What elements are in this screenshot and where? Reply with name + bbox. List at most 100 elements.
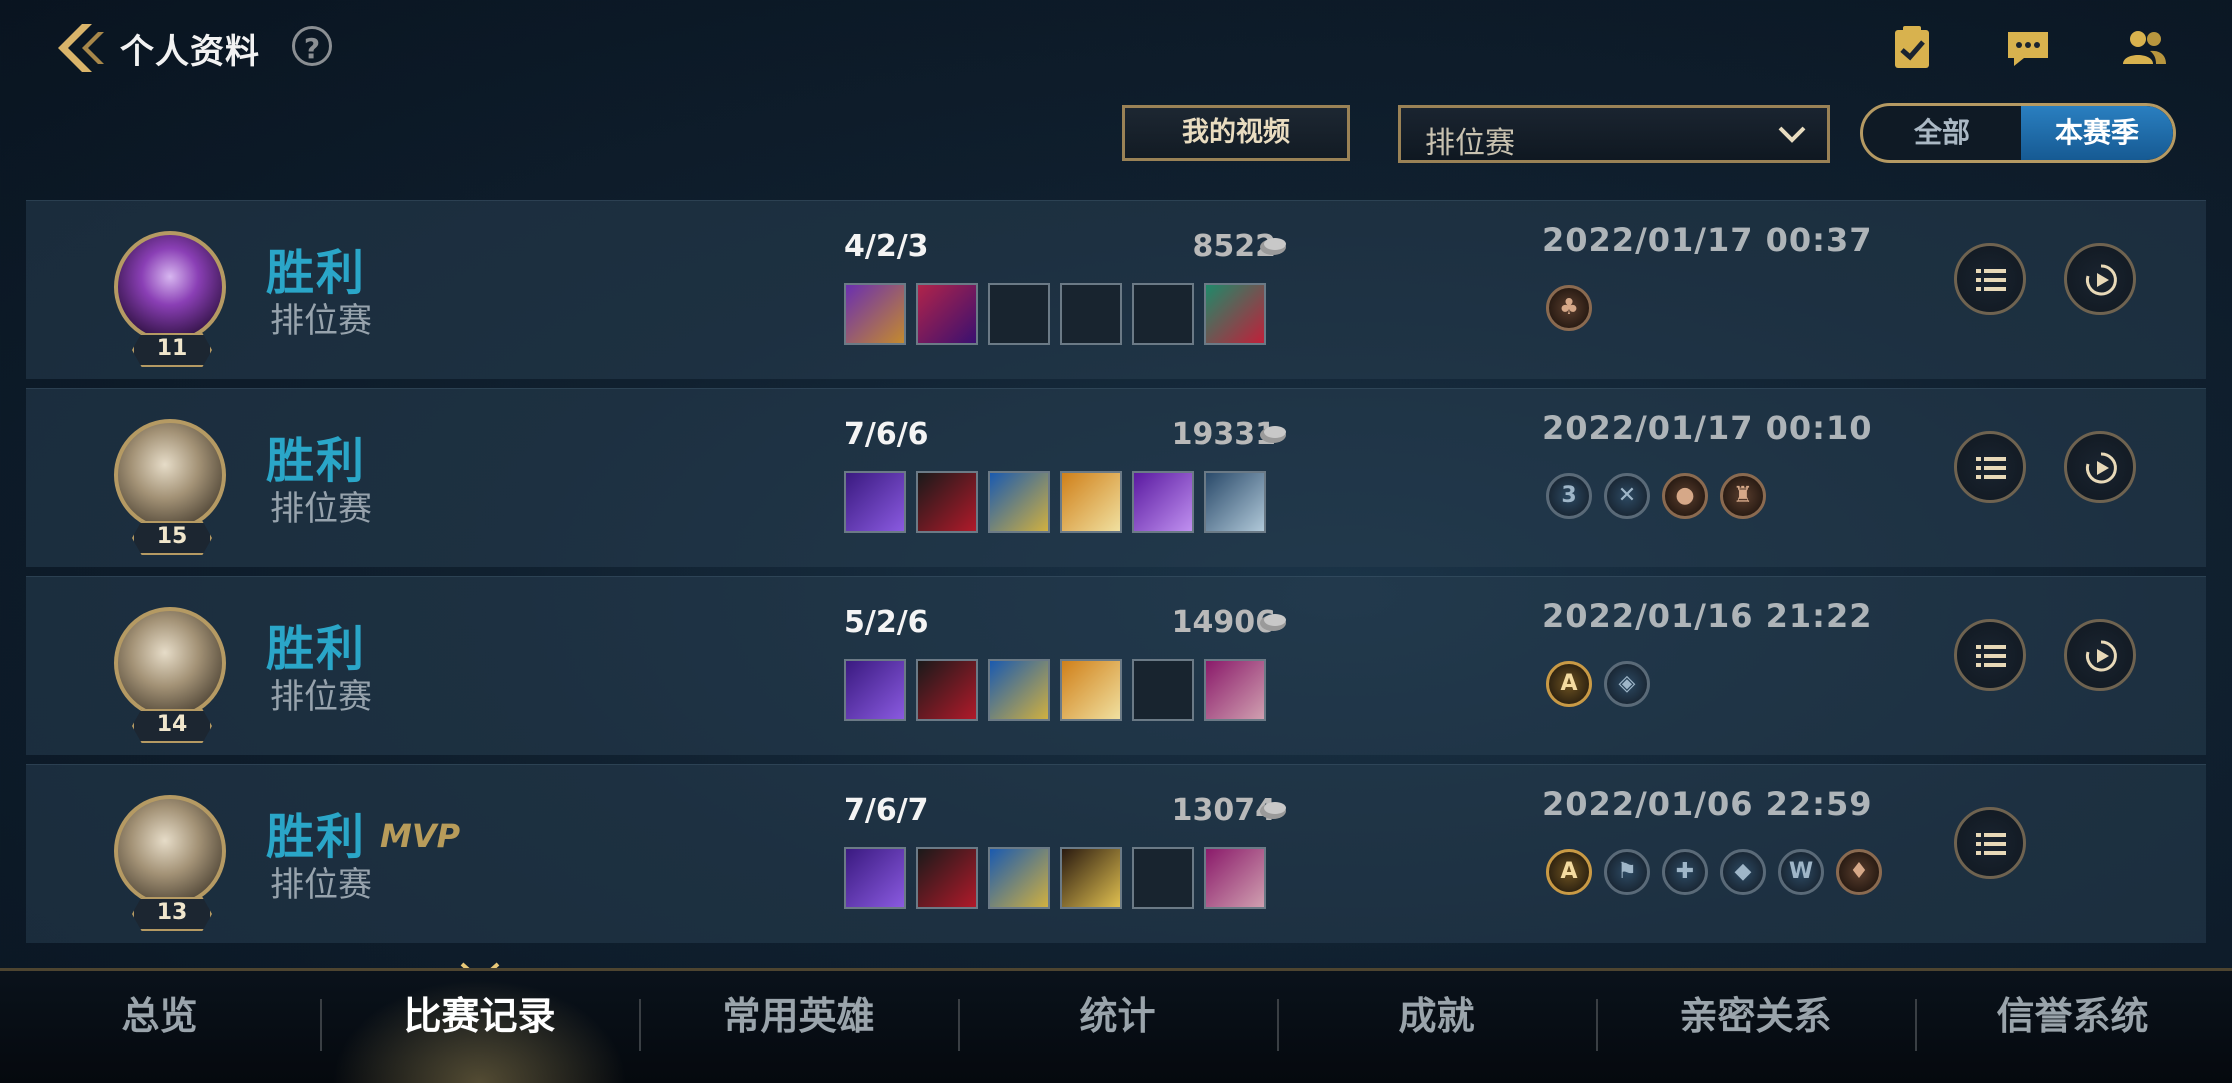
- item-slot-empty: [1132, 847, 1194, 909]
- gold-amount: 19331: [1171, 417, 1276, 452]
- heal-icon[interactable]: ✚: [1662, 849, 1708, 895]
- list-icon: [1976, 833, 2006, 855]
- hero-avatar: [114, 419, 226, 531]
- tower-icon[interactable]: ♜: [1720, 473, 1766, 519]
- match-detail-button[interactable]: [1954, 807, 2026, 879]
- kda: 7/6/7: [844, 793, 929, 828]
- toggle-all[interactable]: 全部: [1863, 106, 2021, 160]
- replay-icon: [2085, 264, 2117, 296]
- match-mode: 排位赛: [270, 489, 372, 529]
- match-detail-button[interactable]: [1954, 431, 2026, 503]
- back-arrow-icon: [58, 24, 104, 72]
- replay-icon: [2085, 452, 2117, 484]
- hero-avatar: [114, 607, 226, 719]
- grade-a-icon[interactable]: A: [1546, 661, 1592, 707]
- item-slot[interactable]: [988, 659, 1050, 721]
- item-slot[interactable]: [844, 847, 906, 909]
- gold-coin-icon: [1260, 614, 1286, 631]
- toggle-season[interactable]: 本赛季: [2021, 106, 2173, 160]
- match-mode: 排位赛: [270, 301, 372, 341]
- item-slot[interactable]: [1060, 659, 1122, 721]
- item-slot-ward[interactable]: [1204, 471, 1266, 533]
- tab-honor-system[interactable]: 信誉系统: [1913, 971, 2232, 1083]
- match-row[interactable]: 15 胜利 排位赛 7/6/6 19331 2022/01/17 00:10 3…: [26, 388, 2206, 567]
- item-slot-boots[interactable]: [1204, 283, 1266, 345]
- item-slot-boots[interactable]: [1204, 847, 1266, 909]
- mvp-label: MVP: [380, 817, 461, 855]
- gold-coin-icon: [1260, 238, 1286, 255]
- tab-overview[interactable]: 总览: [0, 971, 319, 1083]
- match-date: 2022/01/06 22:59: [1542, 785, 1873, 823]
- page-title: 个人资料: [120, 32, 260, 72]
- item-slot[interactable]: [1060, 847, 1122, 909]
- item-slot[interactable]: [988, 471, 1050, 533]
- back-button[interactable]: [48, 18, 108, 78]
- match-date: 2022/01/17 00:37: [1542, 221, 1873, 259]
- gold-coin-icon: [1260, 802, 1286, 819]
- chat-bubble-icon[interactable]: [2004, 24, 2052, 72]
- match-row[interactable]: 14 胜利 排位赛 5/2/6 14906 2022/01/16 21:22 A…: [26, 576, 2206, 755]
- defense-icon[interactable]: ◆: [1720, 849, 1766, 895]
- tab-relationships[interactable]: 亲密关系: [1596, 971, 1915, 1083]
- list-icon: [1976, 457, 2006, 479]
- vision-icon[interactable]: W: [1778, 849, 1824, 895]
- kda: 7/6/6: [844, 417, 929, 452]
- gold-amount: 8522: [1192, 229, 1277, 264]
- gold-coin-icon: [1260, 426, 1286, 443]
- no-death-icon[interactable]: ✕: [1604, 473, 1650, 519]
- gold-coins-icon[interactable]: ●: [1662, 473, 1708, 519]
- triple-kill-icon[interactable]: 3: [1546, 473, 1592, 519]
- item-slot[interactable]: [1132, 471, 1194, 533]
- match-row[interactable]: 13 胜利 MVP 排位赛 7/6/7 13074 2022/01/06 22:…: [26, 764, 2206, 943]
- hero-avatar: [114, 795, 226, 907]
- list-icon: [1976, 269, 2006, 291]
- item-slot[interactable]: [844, 659, 906, 721]
- item-slot[interactable]: [916, 471, 978, 533]
- item-slot-boots[interactable]: [1204, 659, 1266, 721]
- clipboard-check-icon[interactable]: [1888, 24, 1936, 72]
- chevron-down-icon: [1778, 126, 1806, 143]
- mode-select-value: 排位赛: [1425, 126, 1515, 161]
- tab-match-history[interactable]: 比赛记录: [320, 971, 639, 1083]
- mode-select[interactable]: 排位赛: [1398, 105, 1830, 163]
- grade-a-icon[interactable]: A: [1546, 849, 1592, 895]
- hero-level-badge: 15: [132, 521, 212, 555]
- item-slot[interactable]: [844, 283, 906, 345]
- tab-heroes[interactable]: 常用英雄: [639, 971, 958, 1083]
- item-slot[interactable]: [916, 283, 978, 345]
- item-slot-empty: [988, 283, 1050, 345]
- hero-level-badge: 13: [132, 897, 212, 931]
- item-slot[interactable]: [916, 847, 978, 909]
- hero-level-badge: 14: [132, 709, 212, 743]
- match-mode: 排位赛: [270, 677, 372, 717]
- item-slot[interactable]: [844, 471, 906, 533]
- my-videos-button[interactable]: 我的视频: [1122, 105, 1350, 161]
- bronze-shield-icon[interactable]: ♣: [1546, 285, 1592, 331]
- kda: 4/2/3: [844, 229, 929, 264]
- scope-toggle[interactable]: 全部 本赛季: [1860, 103, 2176, 163]
- list-icon: [1976, 645, 2006, 667]
- blood-drop-icon[interactable]: ♦: [1836, 849, 1882, 895]
- flag-icon[interactable]: ⚑: [1604, 849, 1650, 895]
- hero-avatar: [114, 231, 226, 343]
- item-slot[interactable]: [916, 659, 978, 721]
- tab-achievements[interactable]: 成就: [1277, 971, 1596, 1083]
- bottom-nav: 总览 比赛记录 常用英雄 统计 成就 亲密关系 信誉系统: [0, 968, 2232, 1083]
- friends-icon[interactable]: [2120, 24, 2168, 72]
- tab-stats[interactable]: 统计: [958, 971, 1277, 1083]
- replay-button[interactable]: [2064, 431, 2136, 503]
- match-detail-button[interactable]: [1954, 619, 2026, 691]
- match-row[interactable]: 11 胜利 排位赛 4/2/3 8522 2022/01/17 00:37 ♣: [26, 200, 2206, 379]
- item-slot[interactable]: [988, 847, 1050, 909]
- item-slot[interactable]: [1060, 471, 1122, 533]
- gold-amount: 14906: [1171, 605, 1276, 640]
- shield-icon[interactable]: ◈: [1604, 661, 1650, 707]
- match-mode: 排位赛: [270, 865, 372, 905]
- replay-button[interactable]: [2064, 619, 2136, 691]
- replay-icon: [2085, 640, 2117, 672]
- replay-button[interactable]: [2064, 243, 2136, 315]
- help-icon[interactable]: ?: [292, 26, 332, 66]
- match-date: 2022/01/17 00:10: [1542, 409, 1873, 447]
- item-slot-empty: [1132, 283, 1194, 345]
- match-detail-button[interactable]: [1954, 243, 2026, 315]
